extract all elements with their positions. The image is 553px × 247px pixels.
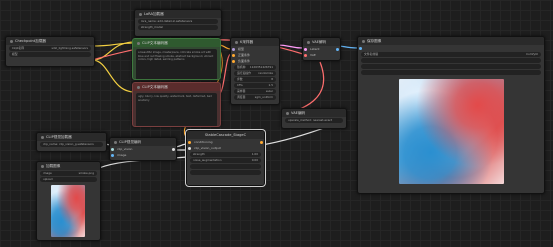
output-port[interactable] <box>260 140 263 144</box>
negative-prompt-node[interactable]: CLIP文本编码器 ugly, blurry, low quality, wat… <box>132 82 221 127</box>
positive-prompt-text[interactable]: a beautiful image, masterpiece, intricat… <box>136 49 217 79</box>
node-title: CLIP文本编码器 <box>142 41 168 45</box>
ksampler-seed-widget[interactable]: 随机种 1126351426791 <box>234 65 276 70</box>
input-port[interactable] <box>304 47 307 51</box>
load-image-select[interactable]: image smoke.png <box>40 171 97 176</box>
collapse-dot-icon[interactable] <box>362 39 365 43</box>
ksampler-control-widget[interactable]: 运行后操作 randomize <box>234 71 276 76</box>
link-image-save <box>337 45 359 49</box>
input-port[interactable] <box>188 146 191 150</box>
input-port[interactable] <box>111 147 114 151</box>
collapse-dot-icon[interactable] <box>114 140 117 144</box>
node-title: Checkpoint加载器 <box>15 39 47 43</box>
filename-prefix-widget[interactable]: 文件名前缀 ComfyUI <box>361 52 541 57</box>
link-clip-neg <box>91 59 136 93</box>
save-option-widget-2[interactable] <box>361 64 541 69</box>
ckpt-name-widget[interactable]: Ckpt名称 sdxl_lightning.safetensors <box>9 46 91 51</box>
node-title: CLIP视觉编码 <box>119 140 142 144</box>
stagec-noise-widget[interactable]: noise_augmentation 0.00 <box>190 158 261 163</box>
ksampler-input-negative[interactable]: 负面条件 <box>231 58 279 64</box>
lora-name-widget[interactable]: lora_name: add-detail-xl.safetensors <box>138 19 218 24</box>
save-option-widget-1[interactable] <box>361 58 541 63</box>
collapse-dot-icon[interactable] <box>137 41 140 45</box>
upload-button[interactable]: upload <box>40 177 97 182</box>
stagec-strength-widget[interactable]: strength 1.00 <box>190 152 261 157</box>
node-title: StableCascade_StageC <box>204 133 247 137</box>
collapse-dot-icon[interactable] <box>235 40 238 44</box>
ksampler-scheduler-widget[interactable]: 调度器 sgm_uniform <box>234 95 276 100</box>
node-title: VAE解码 <box>312 40 327 44</box>
ckpt-model-widget[interactable]: 模型 <box>9 52 91 57</box>
clip-vision-loader-node[interactable]: CLIP视觉加载器 clip_name: clip_vision_g.safet… <box>36 132 107 152</box>
upscale-method-widget[interactable]: upscale_method: nearest-exact <box>285 118 343 123</box>
ksampler-sampler-widget[interactable]: 采样器 euler <box>234 89 276 94</box>
lora-loader-node[interactable]: LoRA加载器 lora_name: add-detail-xl.safeten… <box>134 9 222 37</box>
collapse-dot-icon[interactable] <box>286 111 289 115</box>
output-image-preview[interactable] <box>399 79 504 184</box>
clip-vision-encode-node[interactable]: CLIP视觉编码 clip_vision image <box>109 137 177 161</box>
vae-decode-node[interactable]: VAE解码 Latent VAE <box>302 37 341 61</box>
collapse-dot-icon[interactable] <box>41 135 44 139</box>
save-image-node[interactable]: 保存图像 文件名前缀 ComfyUI <box>357 36 545 194</box>
collapse-dot-icon[interactable] <box>307 40 310 44</box>
node-title: LoRA加载器 <box>144 12 164 16</box>
node-title: K采样器 <box>240 40 254 44</box>
input-port[interactable] <box>232 47 235 51</box>
stagec-node[interactable]: StableCascade_StageC conditioning clip_v… <box>186 130 265 186</box>
load-image-node[interactable]: 加载图像 image smoke.png upload <box>36 161 101 241</box>
collapse-dot-icon[interactable] <box>10 39 13 43</box>
link-model <box>91 42 136 47</box>
save-image-input[interactable] <box>358 45 544 51</box>
node-title: CLIP文本编码器 <box>142 85 168 89</box>
collapse-dot-icon[interactable] <box>139 12 142 16</box>
ksampler-cfg-widget[interactable]: CFG 1.5 <box>234 83 276 88</box>
vae-decode-vae-input[interactable]: VAE <box>303 52 340 58</box>
ksampler-steps-widget[interactable]: 步数 8 <box>234 77 276 82</box>
positive-prompt-node[interactable]: CLIP文本编码器 a beautiful image, masterpiece… <box>132 38 221 80</box>
input-image-preview[interactable] <box>51 185 85 237</box>
vae-encode-node[interactable]: VAE编码 upscale_method: nearest-exact <box>281 108 347 129</box>
node-title: 保存图像 <box>367 39 382 43</box>
ksampler-node[interactable]: K采样器 模型 正面条件 负面条件 随机种 1126351426791 运行后操作… <box>230 37 280 105</box>
collapse-dot-icon[interactable] <box>137 85 140 89</box>
save-option-widget-3[interactable] <box>361 70 541 75</box>
input-port[interactable] <box>359 46 362 50</box>
negative-prompt-text[interactable]: ugly, blurry, low quality, watermark, te… <box>136 93 217 126</box>
checkpoint-loader-node[interactable]: Checkpoint加载器 Ckpt名称 sdxl_lightning.safet… <box>5 36 95 67</box>
clip-vision-name-widget[interactable]: clip_name: clip_vision_g.safetensors <box>40 142 103 147</box>
input-port[interactable] <box>232 59 235 63</box>
stagec-widget-4[interactable] <box>190 170 261 175</box>
node-title: VAE编码 <box>291 111 306 115</box>
stagec-input-clip-vision[interactable]: clip_vision_output <box>187 145 264 151</box>
stagec-widget-3[interactable] <box>190 164 261 169</box>
input-port[interactable] <box>188 140 191 144</box>
node-title: 加载图像 <box>46 164 61 168</box>
node-title: CLIP视觉加载器 <box>46 135 72 139</box>
lora-strength-widget[interactable]: strength_model <box>138 25 218 30</box>
clip-vision-encode-input-2[interactable]: image <box>110 152 176 158</box>
output-port[interactable] <box>172 147 175 151</box>
input-port[interactable] <box>111 153 114 157</box>
input-port[interactable] <box>232 53 235 57</box>
output-port[interactable] <box>336 47 339 51</box>
collapse-dot-icon[interactable] <box>41 164 44 168</box>
input-port[interactable] <box>304 53 307 57</box>
